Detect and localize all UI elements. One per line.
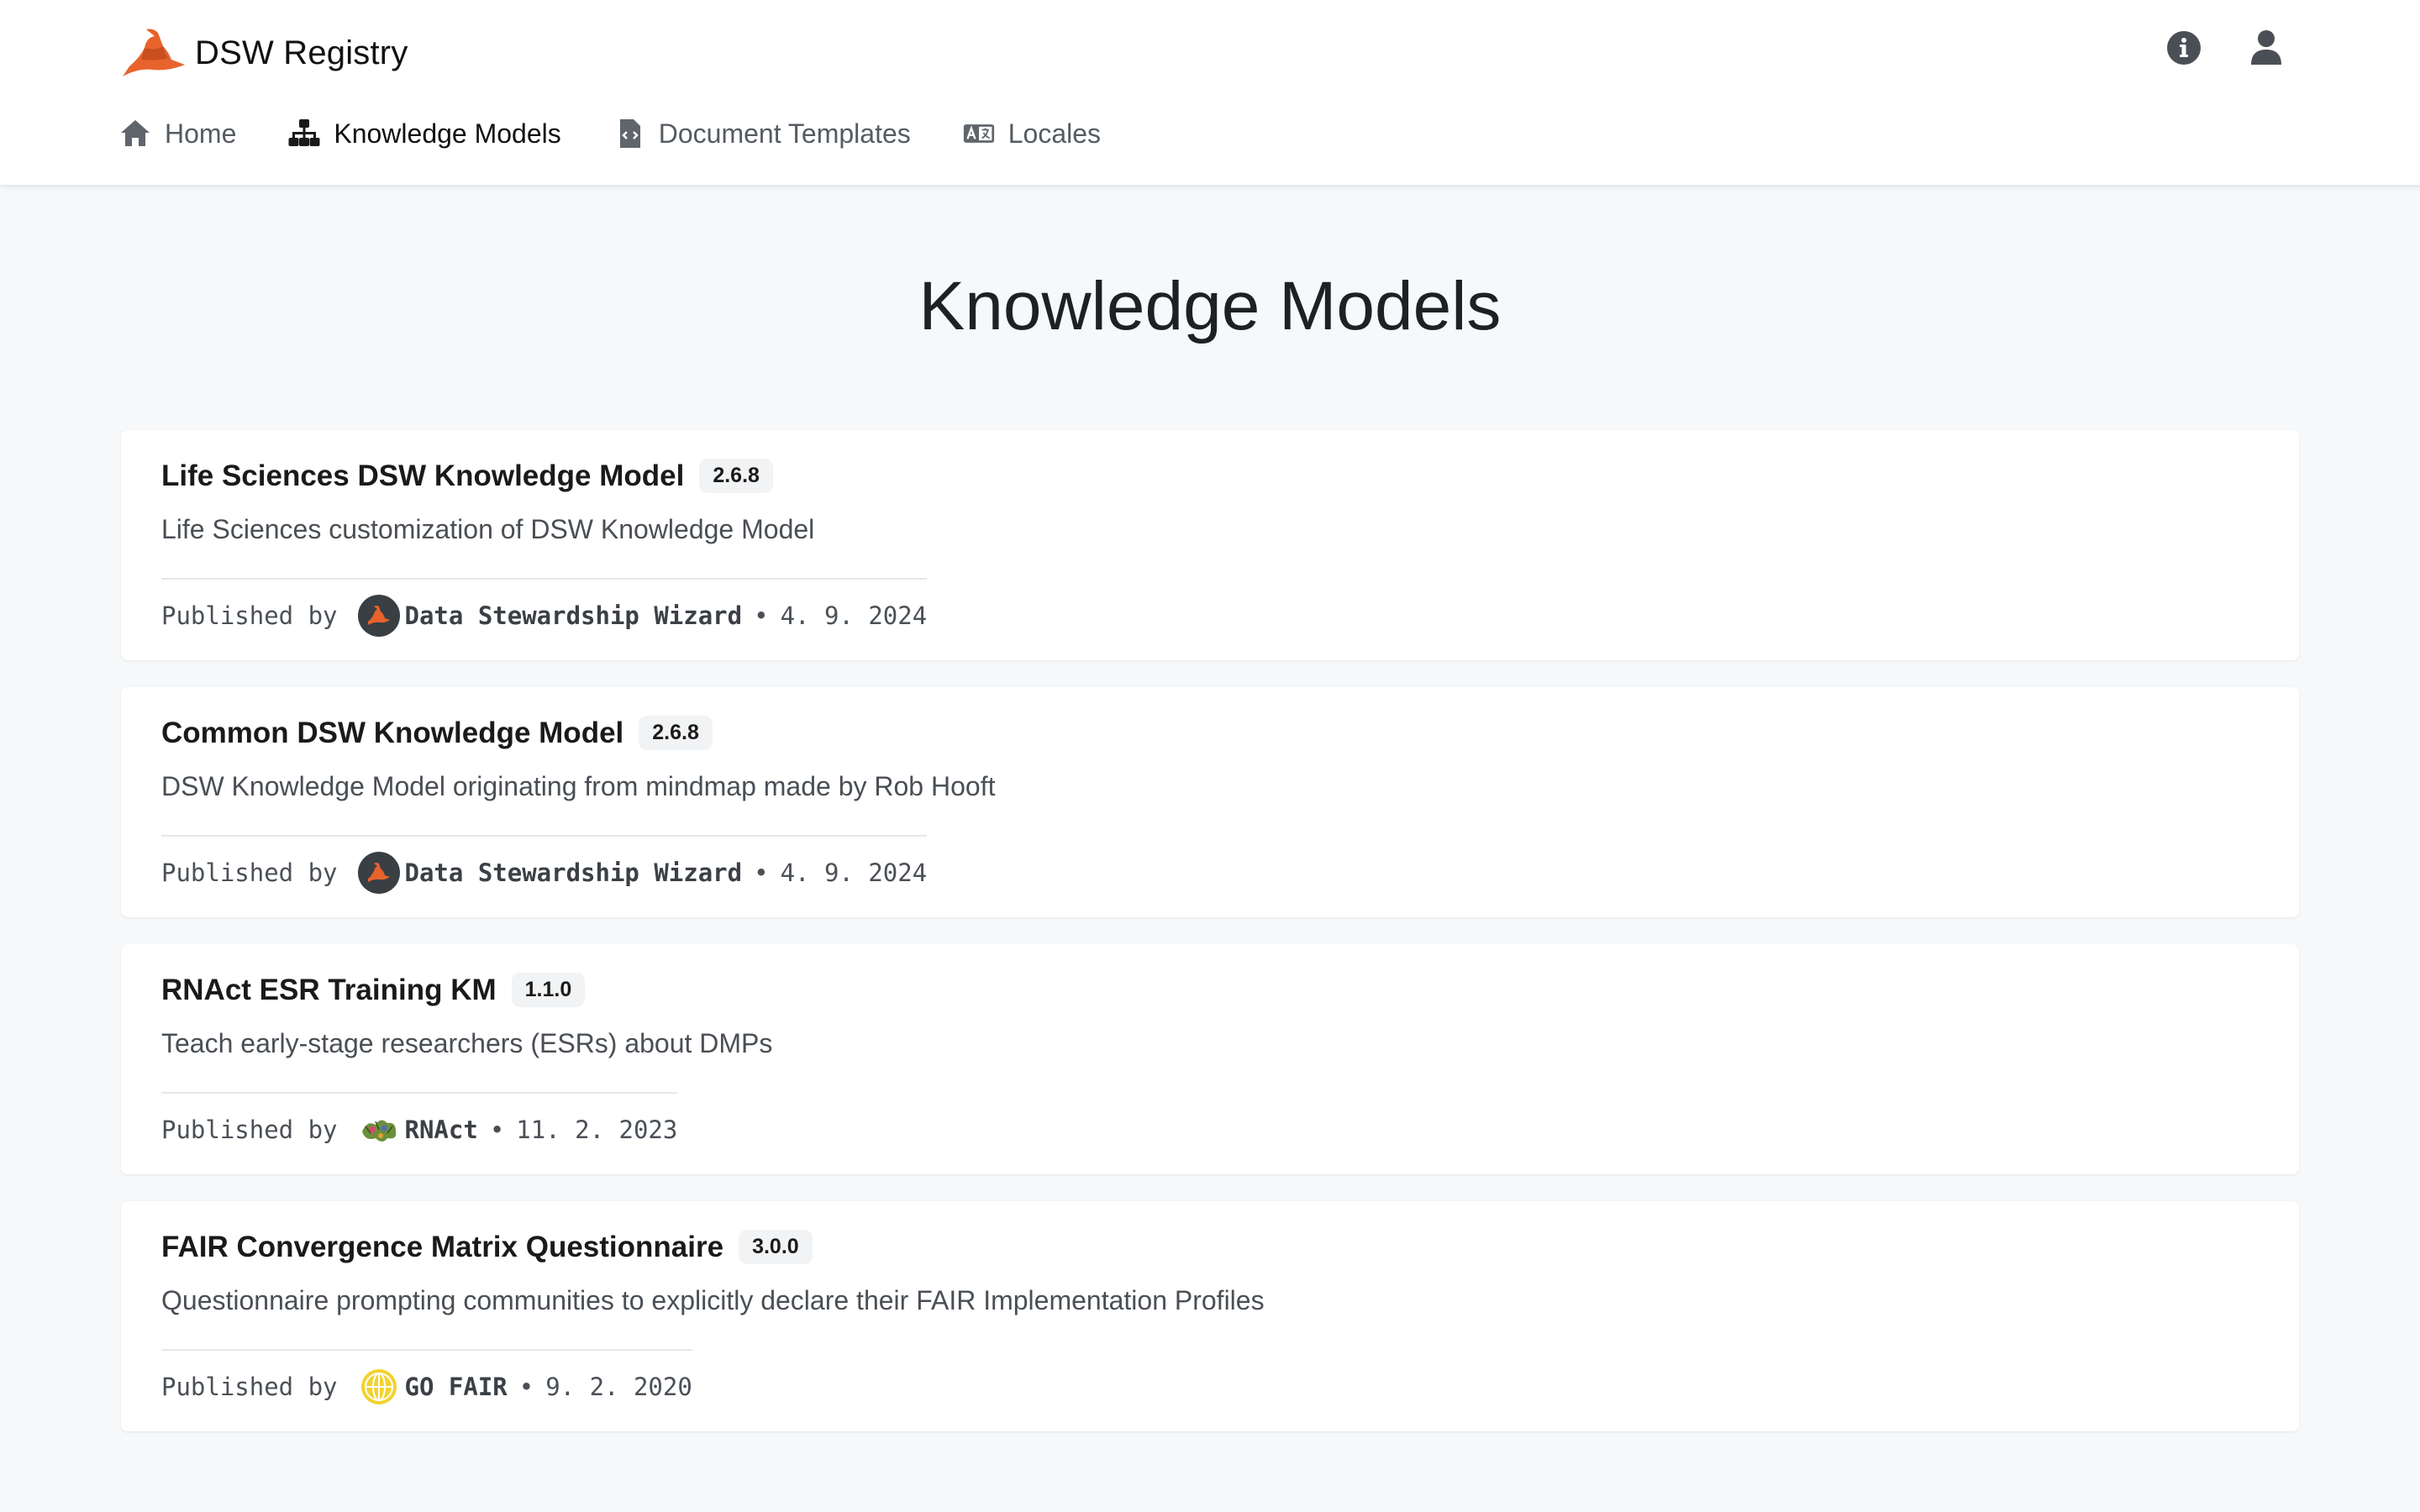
info-icon: [2167, 31, 2201, 65]
list-item: Life Sciences DSW Knowledge Model 2.6.8 …: [121, 430, 2299, 660]
rnact-logo-icon: [358, 1109, 400, 1151]
sitemap-icon: [288, 119, 320, 146]
card-header: Common DSW Knowledge Model 2.6.8: [161, 716, 713, 750]
version-badge: 3.0.0: [739, 1230, 813, 1264]
card-header: Life Sciences DSW Knowledge Model 2.6.8: [161, 459, 773, 493]
km-meta: Published by RNAct • 11. 2. 2023: [161, 1092, 678, 1151]
dsw-logo-icon: [357, 852, 400, 894]
home-icon: [121, 120, 150, 146]
km-title-link[interactable]: RNAct ESR Training KM: [161, 974, 497, 1007]
version-badge: 1.1.0: [511, 973, 586, 1007]
published-date: 4. 9. 2024: [780, 858, 928, 887]
meta-separator: •: [754, 601, 769, 630]
km-description: DSW Knowledge Model originating from min…: [161, 771, 996, 801]
organization-link[interactable]: Data Stewardship Wizard: [405, 858, 743, 887]
km-title-link[interactable]: Life Sciences DSW Knowledge Model: [161, 459, 684, 493]
meta-separator: •: [754, 858, 769, 887]
meta-separator: •: [489, 1116, 505, 1144]
organization-link[interactable]: GO FAIR: [405, 1373, 508, 1401]
user-icon: [2251, 30, 2281, 65]
list-item: RNAct ESR Training KM 1.1.0 Teach early-…: [121, 944, 2299, 1174]
organization-link[interactable]: Data Stewardship Wizard: [405, 601, 743, 630]
knowledge-model-list: Life Sciences DSW Knowledge Model 2.6.8 …: [121, 430, 2299, 1458]
list-item: FAIR Convergence Matrix Questionnaire 3.…: [121, 1201, 2299, 1431]
nav-item-label: Locales: [1007, 118, 1102, 149]
wizard-hat-icon: [123, 29, 185, 76]
nav-item-home[interactable]: Home: [119, 118, 236, 150]
top-navbar: DSW Registry Home Knowledge Models Docum…: [0, 0, 2420, 186]
top-actions: [2165, 29, 2286, 67]
card-header: RNAct ESR Training KM 1.1.0: [161, 973, 586, 1007]
user-menu-button[interactable]: [2247, 29, 2286, 67]
km-title-link[interactable]: Common DSW Knowledge Model: [161, 717, 623, 750]
published-by-label: Published by: [161, 1373, 338, 1401]
page-title: Knowledge Models: [918, 268, 1502, 344]
published-by-label: Published by: [161, 601, 338, 630]
version-badge: 2.6.8: [699, 459, 773, 493]
dsw-logo-icon: [357, 595, 400, 637]
language-icon: [963, 124, 994, 143]
gofair-logo-icon: [358, 1366, 400, 1408]
km-meta: Published by Data Stewardship Wizard • 4…: [161, 835, 928, 894]
km-meta: Published by Data Stewardship Wizard • 4…: [161, 578, 928, 637]
info-button[interactable]: [2165, 29, 2203, 67]
km-title-link[interactable]: FAIR Convergence Matrix Questionnaire: [161, 1231, 723, 1264]
published-by-label: Published by: [161, 858, 338, 887]
km-description: Questionnaire prompting communities to e…: [161, 1285, 1265, 1315]
nav-item-label: Knowledge Models: [334, 118, 561, 149]
nav-item-label: Home: [165, 118, 237, 149]
organization-link[interactable]: RNAct: [405, 1116, 478, 1144]
nav-item-knowledge-models[interactable]: Knowledge Models: [288, 118, 561, 150]
brand-link[interactable]: DSW Registry: [121, 24, 408, 82]
published-date: 11. 2. 2023: [516, 1116, 678, 1144]
card-header: FAIR Convergence Matrix Questionnaire 3.…: [161, 1230, 813, 1264]
main-nav: Home Knowledge Models Document Templates…: [119, 118, 1153, 150]
version-badge: 2.6.8: [639, 716, 713, 750]
km-description: Teach early-stage researchers (ESRs) abo…: [161, 1028, 773, 1058]
nav-item-label: Document Templates: [658, 118, 911, 149]
nav-item-locales[interactable]: Locales: [963, 118, 1101, 150]
nav-item-document-templates[interactable]: Document Templates: [613, 118, 911, 150]
list-item: Common DSW Knowledge Model 2.6.8 DSW Kno…: [121, 687, 2299, 917]
file-code-icon: [619, 119, 640, 148]
published-by-label: Published by: [161, 1116, 338, 1144]
brand-name: DSW Registry: [195, 34, 408, 71]
km-description: Life Sciences customization of DSW Knowl…: [161, 514, 815, 544]
published-date: 4. 9. 2024: [780, 601, 928, 630]
meta-separator: •: [518, 1373, 534, 1401]
published-date: 9. 2. 2020: [545, 1373, 692, 1401]
km-meta: Published by GO FAIR • 9. 2. 2020: [161, 1349, 692, 1408]
